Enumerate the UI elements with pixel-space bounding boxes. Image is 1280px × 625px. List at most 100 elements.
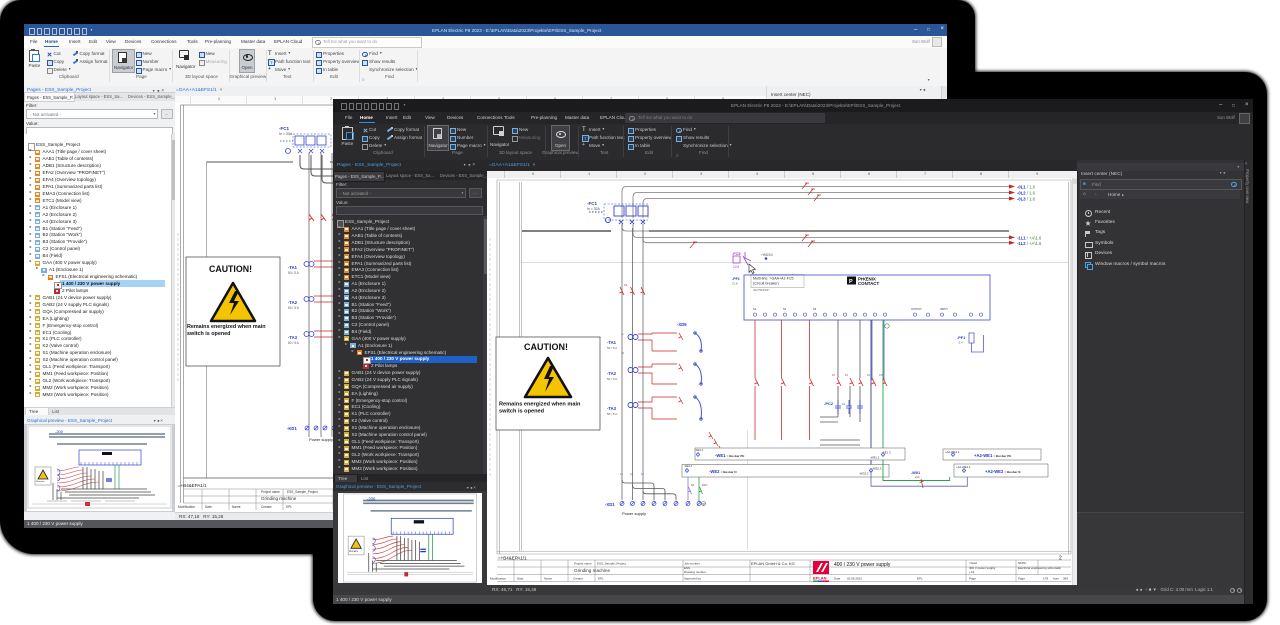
svg-text:Modification: Modification [490, 577, 506, 581]
svg-text:50 / 5 A: 50 / 5 A [607, 346, 617, 350]
svg-text:-200: -200 [367, 497, 376, 502]
svg-text:switch is opened: switch is opened [187, 331, 230, 337]
svg-text:P: P [849, 279, 853, 285]
svg-text:Remains energized when main: Remains energized when main [499, 402, 581, 408]
svg-text:-1L2 / +A\1.6: -1L2 / +A\1.6 [1017, 241, 1042, 246]
svg-text:178: 178 [1043, 577, 1048, 581]
svg-text:16: 16 [867, 373, 870, 377]
svg-text:INPUT: INPUT [940, 307, 948, 311]
svg-text:-WE1 = Busbar PE: -WE1 = Busbar PE [715, 453, 744, 458]
svg-text:EPLAN GmbH & Co. KG: EPLAN GmbH & Co. KG [751, 561, 795, 566]
svg-text:0.5: 0.5 [879, 373, 883, 377]
svg-text:-0L3 / 1.6: -0L3 / 1.6 [1017, 197, 1036, 202]
svg-text:from: from [1053, 577, 1060, 581]
svg-text:Remains energized when main: Remains energized when main [187, 324, 266, 330]
svg-text:+A2-WE1 = Busbar PE: +A2-WE1 = Busbar PE [974, 453, 1011, 458]
svg-text:OUTPUT: OUTPUT [911, 307, 922, 311]
svg-text:EPL: EPL [598, 577, 604, 581]
svg-text:50 / 5 A: 50 / 5 A [288, 306, 300, 310]
svg-text:-TA2: -TA2 [607, 371, 617, 376]
svg-text:-XD1: -XD1 [605, 502, 615, 507]
svg-text:Grinding machine: Grinding machine [574, 568, 610, 573]
svg-text:Grinding machine: Grinding machine [261, 496, 297, 501]
svg-text:Power supply: Power supply [309, 437, 333, 442]
svg-text:-WE2.3: -WE2.3 [684, 465, 693, 468]
svg-text:-TA1: -TA1 [288, 265, 298, 270]
svg-text:Electrical engineering schemat: Electrical engineering schematic [1018, 566, 1062, 570]
svg-text:-PF1: -PF1 [957, 336, 965, 340]
svg-text:EPLAN: EPLAN [813, 576, 827, 581]
svg-text:-XD5: -XD5 [677, 322, 687, 327]
svg-text:/1.4: /1.4 [958, 341, 963, 345]
svg-text:B4: B4 [691, 484, 695, 487]
svg-text:-WE2.3: -WE2.3 [872, 467, 882, 471]
svg-text:-TA3: -TA3 [288, 335, 298, 340]
svg-text:Power supply: Power supply [622, 511, 646, 516]
svg-text:Creator: Creator [261, 505, 273, 509]
svg-text:ESS_Sample_Project: ESS_Sample_Project [287, 490, 318, 494]
svg-text:2: 2 [1059, 556, 1062, 562]
svg-text:Multi-line: =GAA+A1-FC5: Multi-line: =GAA+A1-FC5 [753, 277, 794, 281]
svg-text:ESS_Sample_Project: ESS_Sample_Project [597, 562, 626, 566]
svg-text:-FC5: -FC5 [732, 252, 740, 256]
svg-text:NFPA:: NFPA: [1018, 561, 1027, 565]
svg-text:Modification: Modification [178, 505, 195, 509]
svg-text:Drawing number: Drawing number [684, 570, 706, 574]
svg-text:-WE1.2: -WE1.2 [870, 456, 880, 460]
svg-text:Date: Date [205, 505, 212, 509]
svg-text:-WD2.2: -WD2.2 [859, 472, 869, 476]
svg-text:-KD1: -KD1 [287, 426, 297, 431]
svg-text:10.8: 10.8 [733, 265, 739, 269]
svg-text:-TA2: -TA2 [288, 300, 298, 305]
svg-text:Page: Page [1018, 577, 1025, 581]
svg-text:-WE2 = Busbar N: -WE2 = Busbar N [709, 469, 737, 474]
svg-text:Page: Page [969, 577, 976, 581]
svg-text:L: L [622, 332, 624, 336]
svg-text:Approved by: Approved by [684, 577, 701, 581]
svg-text:Project name: Project name [261, 490, 280, 494]
svg-text:-TA1: -TA1 [607, 340, 617, 345]
svg-text:EPL: EPL [286, 505, 292, 509]
svg-text:Job number: Job number [684, 562, 700, 566]
svg-text:In = 33A: In = 33A [279, 132, 293, 136]
svg-text:K: K [622, 351, 624, 355]
svg-text:40A*50/PKZ*: 40A*50/PKZ* [753, 288, 770, 292]
svg-text:-TA3: -TA3 [607, 406, 617, 411]
svg-text:-PC2: -PC2 [824, 401, 834, 406]
svg-text:400 / 230 V power supply: 400 / 230 V power supply [834, 562, 891, 568]
svg-text:+A2-WE2 = Busbar N: +A2-WE2 = Busbar N [985, 469, 1020, 474]
svg-text:Project name: Project name [574, 562, 592, 566]
svg-text:-0L2 / 1.6: -0L2 / 1.6 [1017, 191, 1036, 196]
svg-text:Remains: Remains [349, 551, 359, 553]
svg-text:-0L1 / 1.6: -0L1 / 1.6 [1017, 185, 1036, 190]
svg-text:CAUTION!: CAUTION! [524, 342, 568, 352]
svg-text:10: 10 [832, 373, 835, 377]
svg-text:-FC1: -FC1 [587, 201, 597, 206]
svg-text:+A2-WE2.1: +A2-WE2.1 [956, 465, 971, 469]
svg-text:369: 369 [1063, 577, 1068, 581]
svg-text:2x6: 2x6 [915, 475, 920, 479]
svg-text:+WD3/4: +WD3/4 [761, 253, 773, 257]
svg-text:=GAA: =GAA [969, 561, 977, 565]
svg-text:Date: Date [834, 577, 841, 581]
svg-text:C1: C1 [842, 402, 846, 406]
svg-text:S2: S2 [783, 307, 787, 311]
svg-text:=+B4&EPA1/1: =+B4&EPA1/1 [178, 483, 207, 488]
svg-text:50 / 5 A: 50 / 5 A [607, 377, 617, 381]
svg-text:Creator: Creator [573, 577, 583, 581]
svg-text:L1: L1 [620, 473, 623, 476]
svg-text:Date: Date [517, 577, 524, 581]
svg-text:EPL: EPL [917, 577, 923, 581]
svg-text:+A1: +A1 [969, 570, 975, 574]
svg-text:CAUTION!: CAUTION! [209, 264, 252, 274]
svg-text:Remains: Remains [36, 481, 46, 483]
svg-text:-PF1: -PF1 [732, 277, 740, 281]
svg-text:-1L1 / +A\1.6: -1L1 / +A\1.6 [1017, 236, 1042, 241]
svg-text:Name: Name [544, 577, 552, 581]
svg-text:CONTACT: CONTACT [858, 281, 879, 286]
svg-text:50 / 5 A: 50 / 5 A [288, 271, 300, 275]
svg-text:Name: Name [232, 505, 241, 509]
svg-text:50 / 5 A: 50 / 5 A [607, 412, 617, 416]
svg-text:-WE1.3: -WE1.3 [695, 449, 704, 452]
svg-text:B4/N: B4/N [702, 484, 708, 487]
